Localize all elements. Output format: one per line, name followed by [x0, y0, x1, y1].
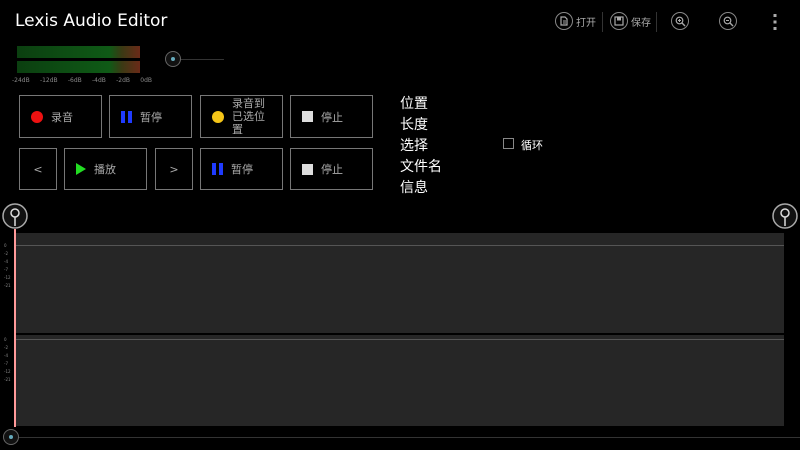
db-tick: -12	[4, 369, 11, 374]
zoom-out-button[interactable]	[719, 10, 737, 32]
play-stop-label: 停止	[321, 163, 343, 176]
stop-icon	[302, 111, 313, 122]
zoom-in-icon	[671, 12, 689, 30]
gain-slider-thumb[interactable]	[165, 51, 181, 67]
pause-icon	[212, 163, 223, 175]
open-file-icon	[555, 12, 573, 30]
loop-checkbox[interactable]	[503, 138, 514, 149]
meter-tick: -4dB	[92, 77, 106, 84]
toolbar-divider	[656, 12, 657, 32]
record-stop-label: 停止	[321, 110, 343, 124]
next-label: >	[169, 162, 179, 176]
db-tick: -7	[4, 361, 8, 366]
info-label: 信息	[400, 180, 428, 196]
record-at-selection-button[interactable]: 录音到已选位置	[200, 95, 283, 138]
record-icon	[31, 110, 43, 123]
record-button[interactable]: 录音	[19, 95, 102, 138]
play-label: 播放	[94, 163, 116, 176]
marker-pin-icon	[772, 203, 798, 229]
length-label: 长度	[400, 117, 428, 133]
db-tick: 0	[4, 337, 7, 342]
db-tick: -21	[4, 283, 11, 288]
more-vert-icon	[773, 14, 777, 30]
db-scale-left: 0 -2 -4 -7 -12 -21	[0, 233, 14, 333]
play-icon	[76, 163, 86, 175]
record-stop-button[interactable]: 停止	[290, 95, 373, 138]
open-button[interactable]: 打开	[555, 10, 596, 32]
waveform-channel-left[interactable]	[15, 233, 784, 333]
play-pause-label: 暂停	[231, 163, 253, 176]
level-meter-right	[17, 61, 140, 73]
marker-pin-icon	[2, 203, 28, 229]
next-button[interactable]: >	[155, 148, 193, 190]
db-tick: -7	[4, 267, 8, 272]
meter-tick: -12dB	[39, 77, 58, 84]
meter-tick: -24dB	[12, 77, 30, 84]
db-tick: -4	[4, 259, 8, 264]
zero-line	[15, 339, 784, 340]
save-button[interactable]: 保存	[610, 10, 651, 32]
selection-end-marker[interactable]	[771, 202, 799, 236]
db-tick: -21	[4, 377, 11, 382]
toolbar-divider	[602, 12, 603, 32]
stop-icon	[302, 163, 313, 175]
selection-label: 选择	[400, 138, 428, 154]
db-tick: -2	[4, 251, 8, 256]
prev-button[interactable]: <	[19, 148, 57, 190]
play-pause-button[interactable]: 暂停	[200, 148, 283, 190]
db-tick: -2	[4, 345, 8, 350]
prev-label: <	[33, 162, 43, 176]
meter-scale: -24dB -12dB -6dB -4dB -2dB 0dB	[12, 77, 152, 84]
record-label: 录音	[51, 110, 73, 124]
play-button[interactable]: 播放	[64, 148, 147, 190]
waveform-channel-right[interactable]	[15, 335, 784, 426]
more-menu-button[interactable]	[772, 13, 778, 35]
timeline-scroll-track[interactable]	[16, 437, 800, 438]
db-tick: -4	[4, 353, 8, 358]
record-pause-label: 暂停	[140, 110, 162, 124]
timeline-scroll-thumb[interactable]	[3, 429, 19, 445]
save-icon	[610, 12, 628, 30]
playhead-line[interactable]	[14, 229, 16, 427]
record-at-selection-label: 录音到已选位置	[232, 97, 265, 136]
level-meter-left	[17, 46, 140, 58]
play-stop-button[interactable]: 停止	[290, 148, 373, 190]
app-title: Lexis Audio Editor	[15, 11, 168, 31]
pause-icon	[121, 110, 132, 123]
filename-label: 文件名	[400, 159, 442, 175]
record-pause-button[interactable]: 暂停	[109, 95, 192, 138]
position-label: 位置	[400, 96, 428, 112]
zero-line	[15, 245, 784, 246]
record-at-selection-icon	[212, 110, 224, 123]
meter-tick: 0dB	[140, 77, 152, 84]
meter-tick: -6dB	[67, 77, 82, 84]
open-label: 打开	[576, 17, 596, 29]
db-scale-right: 0 -2 -4 -7 -12 -21	[0, 335, 14, 426]
meter-tick: -2dB	[116, 77, 131, 84]
loop-label: 循环	[521, 139, 543, 152]
gain-slider-track[interactable]	[178, 59, 224, 60]
db-tick: -12	[4, 275, 11, 280]
zoom-out-icon	[719, 12, 737, 30]
db-tick: 0	[4, 243, 7, 248]
save-label: 保存	[631, 17, 651, 29]
zoom-in-button[interactable]	[671, 10, 689, 32]
